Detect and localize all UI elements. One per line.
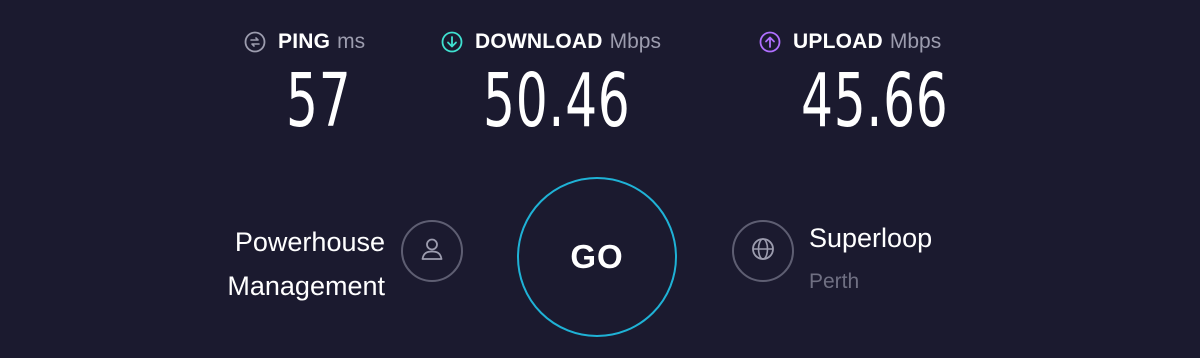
ping-icon xyxy=(244,31,266,53)
ping-header: PING ms xyxy=(244,28,365,56)
ping-label: PING xyxy=(278,30,331,53)
download-arrow-icon xyxy=(441,31,463,53)
user-icon xyxy=(417,234,447,269)
globe-icon xyxy=(748,234,778,269)
ping-value: 57 xyxy=(286,58,352,144)
ping-unit: ms xyxy=(337,30,366,53)
download-header: DOWNLOAD Mbps xyxy=(441,28,661,56)
isp-user-button[interactable] xyxy=(401,220,463,282)
isp-name: Powerhouse Management xyxy=(227,220,385,308)
server-info: Superloop Perth xyxy=(809,218,932,300)
server-globe-button[interactable] xyxy=(732,220,794,282)
go-button[interactable]: GO xyxy=(517,177,677,337)
server-name: Superloop xyxy=(809,223,933,253)
download-metric: DOWNLOAD Mbps 50.46 xyxy=(441,28,661,138)
download-unit: Mbps xyxy=(609,30,661,53)
download-value: 50.46 xyxy=(483,58,631,144)
upload-unit: Mbps xyxy=(889,30,942,53)
upload-metric: UPLOAD Mbps 45.66 xyxy=(759,28,948,138)
upload-header: UPLOAD Mbps xyxy=(759,28,941,56)
server-location: Perth xyxy=(809,270,860,293)
speedtest-panel: PING ms 57 DOWNLOAD Mbps 50.46 UPLOAD Mb… xyxy=(0,0,1200,358)
upload-arrow-icon xyxy=(759,31,781,53)
upload-label: UPLOAD xyxy=(793,30,883,53)
go-button-label: GO xyxy=(570,238,624,275)
ping-metric: PING ms 57 xyxy=(244,28,365,138)
isp-name-line2: Management xyxy=(227,271,385,301)
upload-value: 45.66 xyxy=(801,58,949,144)
download-label: DOWNLOAD xyxy=(475,30,603,53)
isp-name-line1: Powerhouse xyxy=(234,227,385,257)
